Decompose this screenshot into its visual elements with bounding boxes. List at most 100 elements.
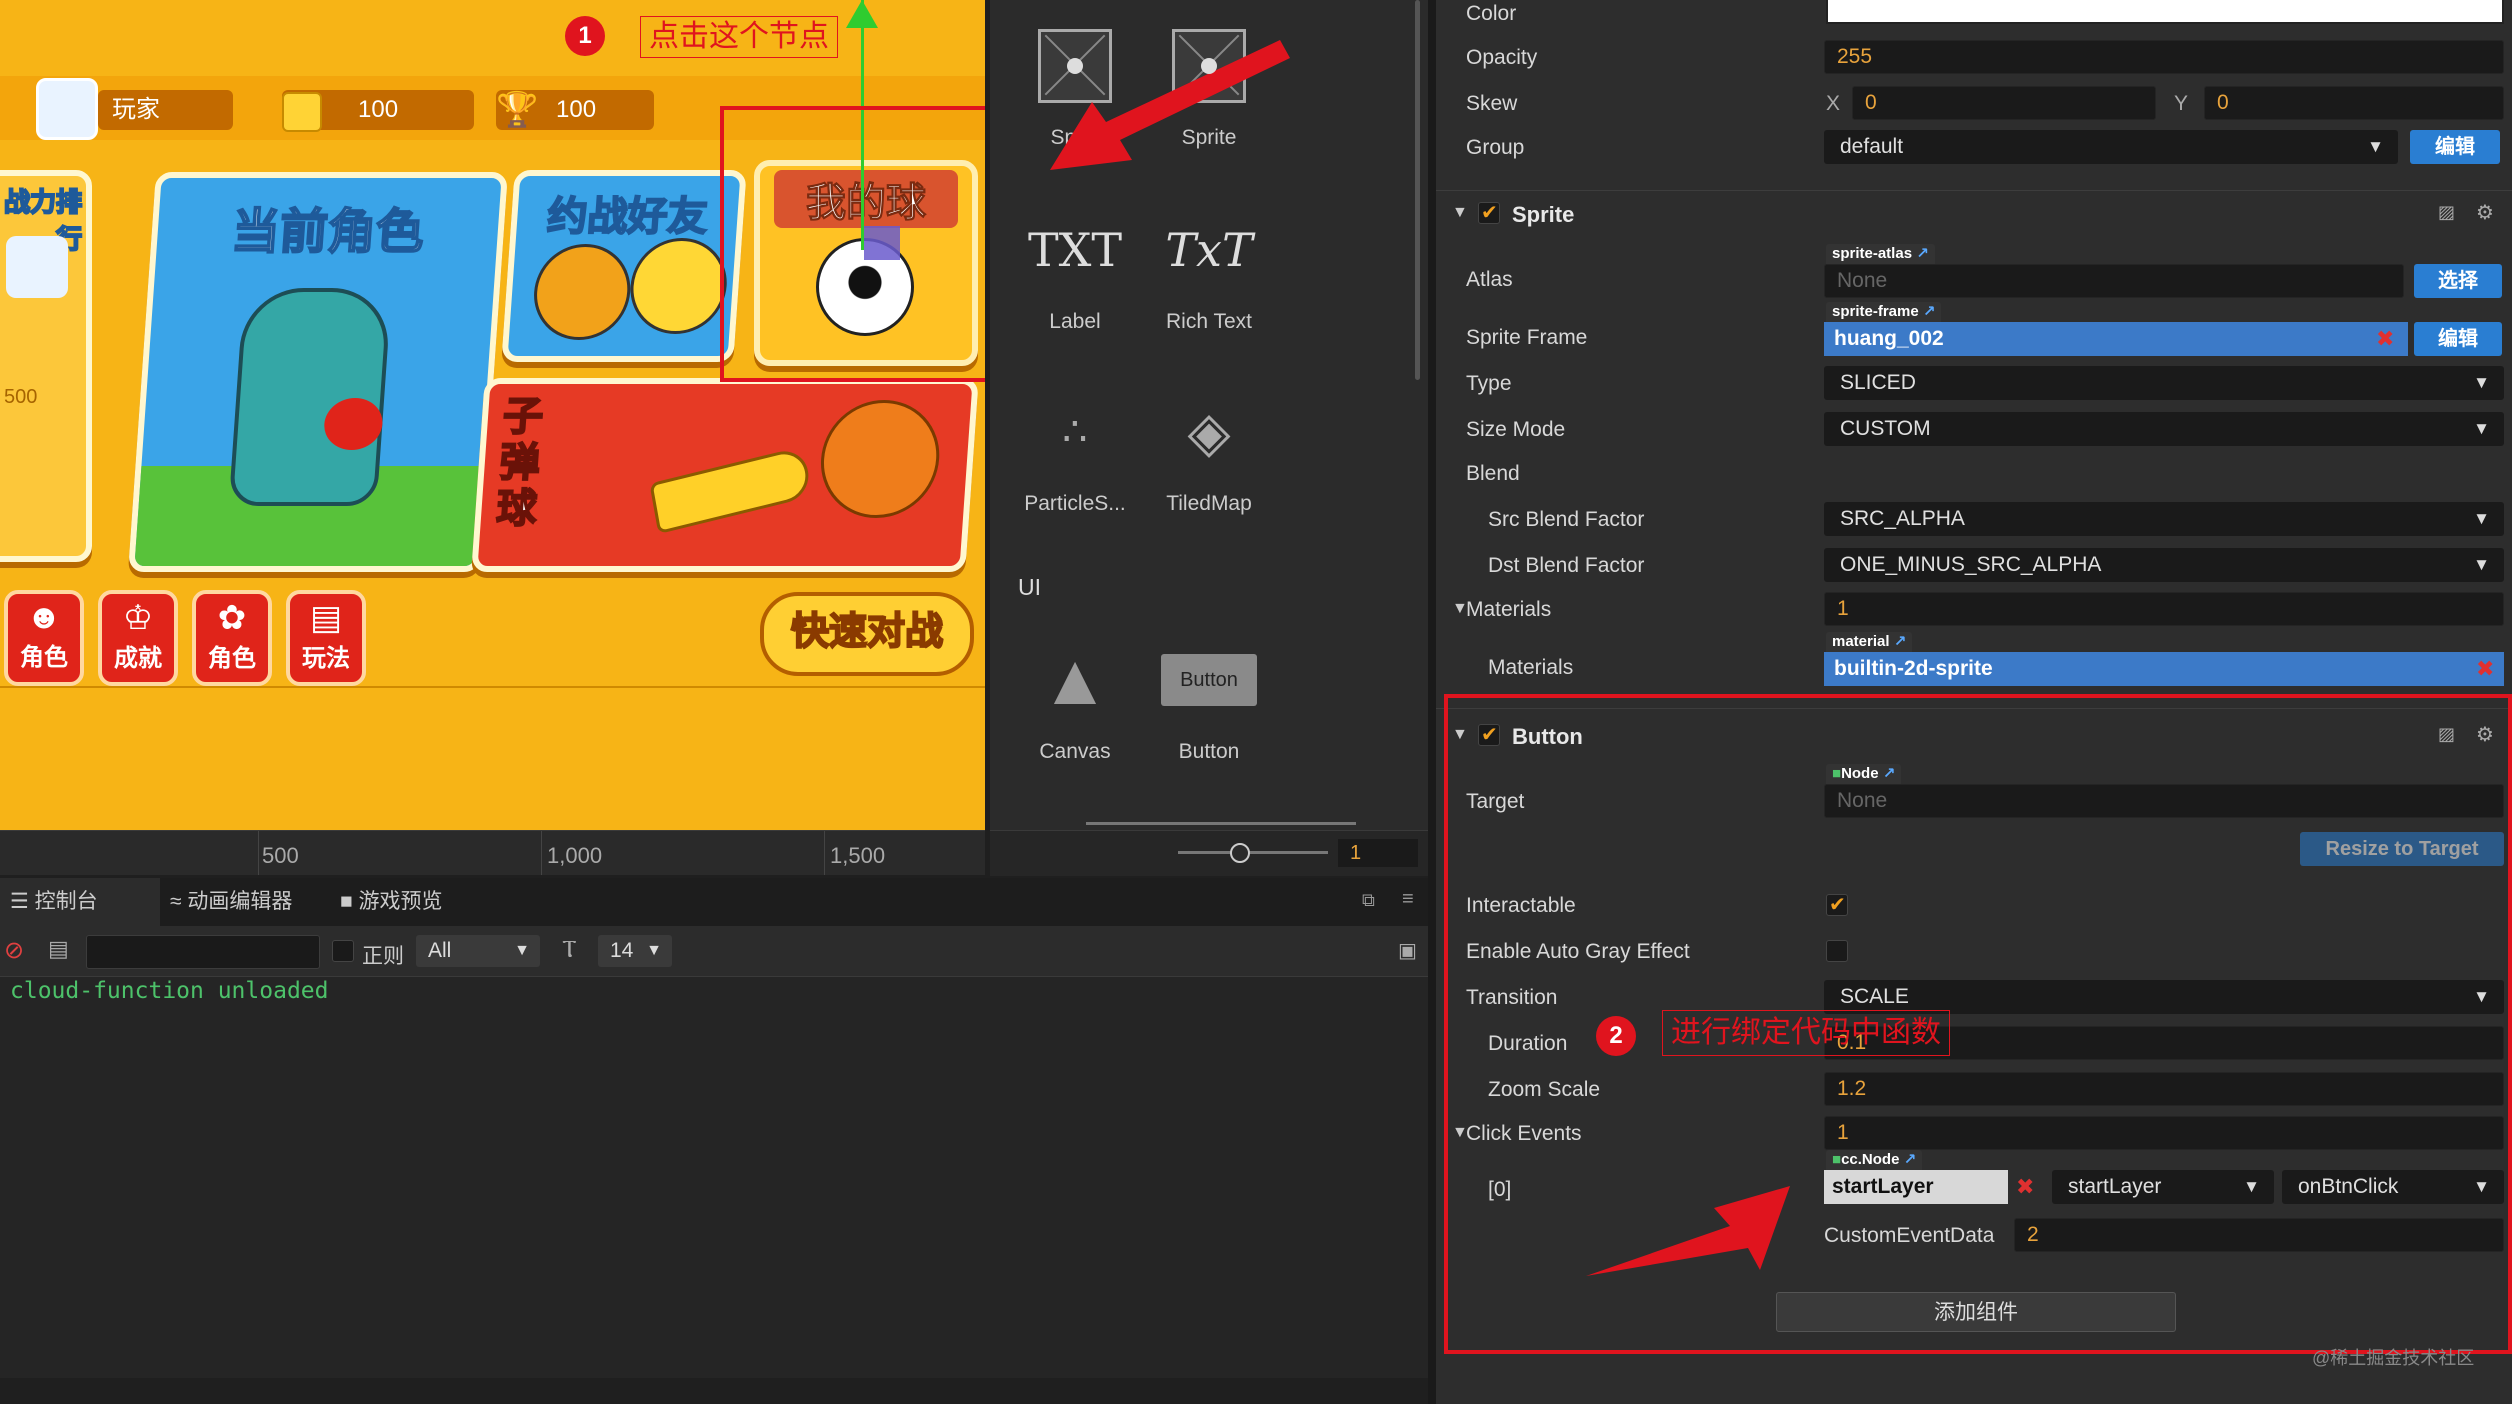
canvas-icon: ▲: [1039, 640, 1111, 720]
font-size-select[interactable]: 14 ▼: [598, 935, 672, 967]
asset-particle-system[interactable]: ∴ ParticleS...: [1010, 372, 1140, 516]
skew-y-input[interactable]: 0: [2204, 86, 2504, 120]
angry-face-icon: [530, 244, 634, 340]
blend-label: Blend: [1466, 462, 1520, 485]
sprite-enabled-checkbox[interactable]: [1478, 200, 1500, 225]
tab-animation-editor[interactable]: ≈ 动画编辑器: [160, 878, 302, 926]
color-swatch[interactable]: [1826, 0, 2504, 24]
sprite-section-title: Sprite: [1512, 202, 1575, 227]
trophy-count: 100: [556, 96, 597, 123]
asset-button[interactable]: Button Button: [1144, 620, 1274, 764]
type-label: Type: [1466, 372, 1512, 395]
group-edit-button[interactable]: 编辑: [2410, 130, 2500, 164]
player-name-pill: 玩家: [98, 90, 233, 130]
popout-icon[interactable]: ⧉: [1362, 890, 1375, 911]
atlas-type-tag: sprite-atlas ↗: [1826, 244, 1935, 264]
annotation-arrow-icon-2: [1586, 1186, 1790, 1276]
atlas-field[interactable]: None: [1824, 264, 2404, 298]
book-icon: ▤: [309, 599, 343, 637]
size-mode-label: Size Mode: [1466, 418, 1566, 441]
scene-view[interactable]: 玩家 100 🏆 100 战力排行 500 当前角色 约战好友 我的球 子弹球 …: [0, 0, 985, 875]
chevron-down-icon: ▼: [514, 942, 530, 959]
materials-label: Materials: [1466, 598, 1552, 621]
src-blend-select[interactable]: SRC_ALPHA: [1824, 502, 2504, 536]
bullet-icon: [649, 445, 813, 535]
asset-label[interactable]: TXT Label: [1010, 190, 1140, 334]
bottom-button-role-2[interactable]: ✿ 角色: [192, 590, 272, 686]
material-field[interactable]: builtin-2d-sprite: [1824, 652, 2504, 686]
materials-count-input[interactable]: 1: [1824, 592, 2504, 626]
zoom-value-field[interactable]: 1: [1338, 839, 1418, 867]
panel-divider[interactable]: [1428, 0, 1436, 1404]
console-search-input[interactable]: [86, 935, 320, 969]
zoom-slider[interactable]: [1178, 851, 1328, 854]
collapse-triangle-icon[interactable]: ▼: [1452, 204, 1468, 222]
rank-card[interactable]: 战力排行 500: [0, 170, 92, 562]
bottom-button-achievement[interactable]: ♔ 成就: [98, 590, 178, 686]
game-canvas[interactable]: 玩家 100 🏆 100 战力排行 500 当前角色 约战好友 我的球 子弹球 …: [0, 0, 985, 830]
node-library-scrollbar[interactable]: [1415, 0, 1420, 380]
size-mode-select[interactable]: CUSTOM: [1824, 412, 2504, 446]
bottom-button-label: 角色: [208, 645, 256, 672]
collapse-icon[interactable]: ▣: [1398, 938, 1417, 963]
asset-tiledmap[interactable]: ◈ TiledMap: [1144, 372, 1274, 516]
sprite-frame-type-tag: sprite-frame ↗: [1826, 302, 1942, 322]
ruler-tick: 1,500: [830, 843, 886, 868]
preview-icon: ■: [340, 890, 359, 913]
clear-material-icon[interactable]: ✖: [2476, 652, 2494, 686]
chevron-down-icon: ▼: [646, 942, 662, 959]
ruler-tick: 1,000: [547, 843, 603, 868]
frame-tag-text: sprite-frame: [1832, 303, 1919, 320]
tab-console[interactable]: ☰ 控制台: [0, 878, 160, 926]
rich-text-icon: TxT: [1165, 223, 1253, 277]
group-select[interactable]: default: [1824, 130, 2398, 164]
clear-sprite-frame-icon[interactable]: ✖: [2376, 322, 2394, 356]
bullet-ball-card[interactable]: 子弹球: [471, 378, 979, 572]
current-role-title: 当前角色: [229, 205, 427, 260]
opacity-input[interactable]: 255: [1824, 40, 2504, 74]
type-select[interactable]: SLICED: [1824, 366, 2504, 400]
ruler-tick: 500: [262, 843, 299, 868]
battle-friend-card[interactable]: 约战好友: [501, 170, 747, 362]
file-icon[interactable]: ▤: [48, 936, 69, 962]
sprite-frame-edit-button[interactable]: 编辑: [2414, 322, 2502, 356]
annotation-badge-2: 2: [1596, 1016, 1636, 1056]
log-level-select[interactable]: All ▼: [416, 935, 540, 967]
bottom-button-label: 成就: [114, 645, 162, 672]
atlas-select-button[interactable]: 选择: [2414, 264, 2502, 298]
move-gizmo-arrow-icon[interactable]: [846, 0, 878, 28]
quick-battle-button[interactable]: 快速对战: [760, 592, 974, 676]
asset-label-text: Canvas: [1039, 740, 1111, 763]
console-log-line: cloud-function unloaded: [10, 978, 329, 1004]
tab-game-preview[interactable]: ■ 游戏预览: [330, 878, 453, 926]
src-blend-label: Src Blend Factor: [1488, 508, 1645, 531]
regex-checkbox[interactable]: [332, 940, 354, 962]
asset-canvas[interactable]: ▲ Canvas: [1010, 620, 1140, 764]
clear-icon[interactable]: ⊘: [4, 936, 24, 965]
trophy-icon: 🏆: [496, 91, 539, 129]
tab-preview-label: 游戏预览: [358, 890, 443, 913]
coin-count: 100: [358, 96, 399, 123]
menu-icon[interactable]: ≡: [1402, 888, 1414, 911]
bottom-button-role[interactable]: ☻ 角色: [4, 590, 84, 686]
skew-y-label: Y: [2174, 92, 2189, 115]
material-tag-text: material: [1832, 633, 1890, 650]
asset-label-text: Button: [1178, 740, 1240, 763]
player-name: 玩家: [112, 96, 160, 123]
console-panel: ☰ 控制台 ≈ 动画编辑器 ■ 游戏预览 ⧉ ≡ ⊘ ▤ 正则 All ▼ Ⲧ 1…: [0, 878, 1428, 1378]
basketball-icon: [816, 400, 944, 518]
coin-icon: [282, 92, 322, 132]
sprite-frame-field[interactable]: huang_002: [1824, 322, 2408, 356]
copy-icon[interactable]: ▨: [2438, 202, 2455, 223]
skew-x-input[interactable]: 0: [1852, 86, 2156, 120]
skew-label: Skew: [1466, 92, 1518, 115]
dst-blend-select[interactable]: ONE_MINUS_SRC_ALPHA: [1824, 548, 2504, 582]
asset-label-text: Label: [1049, 310, 1101, 333]
gear-icon[interactable]: ⚙: [2476, 200, 2494, 225]
rank-value: 500: [4, 386, 38, 408]
current-role-card[interactable]: 当前角色: [128, 172, 508, 572]
bottom-button-howto[interactable]: ▤ 玩法: [286, 590, 366, 686]
asset-rich-text[interactable]: TxT Rich Text: [1144, 190, 1274, 334]
zoom-slider-handle[interactable]: [1230, 843, 1250, 863]
atlas-label: Atlas: [1466, 268, 1513, 291]
